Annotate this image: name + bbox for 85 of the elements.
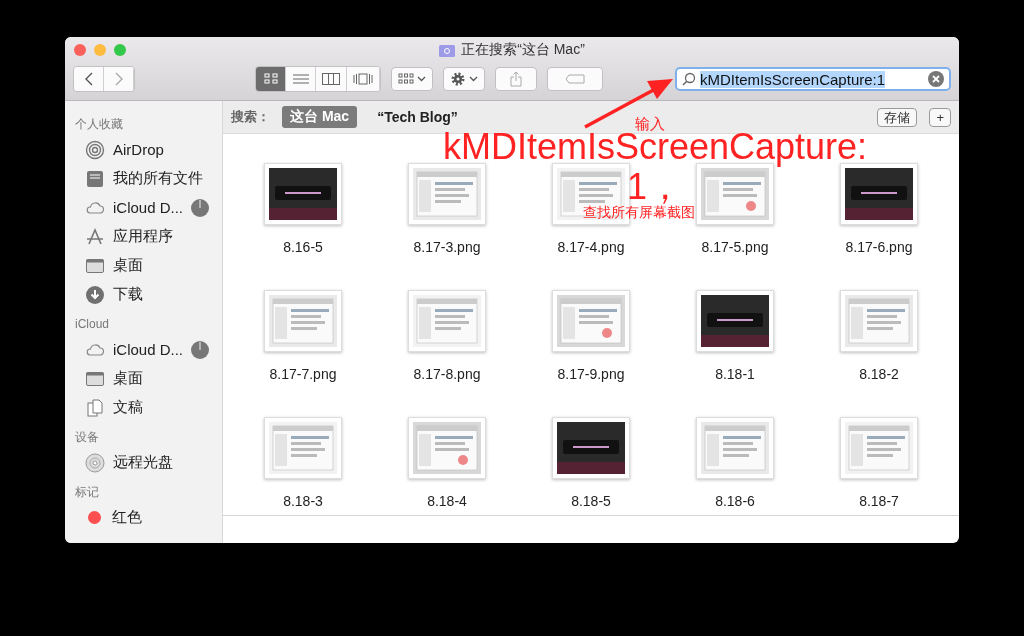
column-view-icon	[322, 73, 340, 85]
file-name[interactable]: 8.18-6	[715, 493, 755, 509]
icon-view-icon	[263, 73, 278, 85]
sidebar-heading: 个人收藏	[75, 115, 124, 133]
forward-button[interactable]	[104, 67, 134, 91]
arrange-button[interactable]	[391, 67, 433, 91]
sidebar-heading: iCloud	[75, 316, 111, 333]
file-name[interactable]: 8.17-8.png	[413, 366, 481, 382]
file-thumbnail[interactable]	[840, 417, 918, 479]
sidebar-item[interactable]: 文稿	[113, 398, 143, 417]
airdrop-icon	[85, 139, 105, 160]
file-thumbnail[interactable]	[840, 290, 918, 352]
tag-button[interactable]	[547, 67, 603, 91]
file-thumbnail[interactable]	[552, 290, 630, 352]
file-name[interactable]: 8.17-9.png	[557, 366, 625, 382]
file-name[interactable]: 8.17-6.png	[845, 239, 913, 255]
sidebar-item[interactable]: iCloud D...	[113, 341, 184, 358]
back-button[interactable]	[74, 67, 104, 91]
app-store-icon	[85, 226, 105, 247]
file-name[interactable]: 8.17-4.png	[557, 239, 625, 255]
file-thumbnail[interactable]	[408, 290, 486, 352]
file-name[interactable]: 8.17-7.png	[269, 366, 337, 382]
file-name[interactable]: 8.18-4	[427, 493, 467, 509]
file-thumbnail[interactable]	[696, 290, 774, 352]
file-name[interactable]: 8.18-3	[283, 493, 323, 509]
list-view-icon	[292, 73, 309, 85]
file-thumbnail[interactable]	[408, 417, 486, 479]
sidebar-item[interactable]: 下载	[113, 285, 143, 304]
file-thumbnail[interactable]	[264, 290, 342, 352]
action-button[interactable]	[443, 67, 485, 91]
sidebar-item[interactable]: iCloud D...	[113, 199, 184, 216]
grid-icon	[398, 73, 414, 85]
caret-icon	[469, 76, 478, 82]
sidebar-item[interactable]: AirDrop	[113, 141, 164, 158]
search-text: kMDItemIsScreenCapture:1	[700, 70, 886, 88]
file-name[interactable]: 8.18-5	[571, 493, 611, 509]
file-tray-icon	[85, 168, 105, 189]
save-button[interactable]: 存储	[877, 107, 918, 127]
navigation-control[interactable]	[73, 66, 135, 92]
search-icon	[682, 72, 696, 86]
sidebar-item[interactable]: 红色	[112, 508, 142, 527]
view-mode-control[interactable]	[255, 66, 381, 92]
file-name[interactable]: 8.18-7	[859, 493, 899, 509]
add-button[interactable]: +	[929, 107, 951, 127]
file-thumbnail[interactable]	[264, 163, 342, 225]
search-scope-button[interactable]: “Tech Blog”	[369, 107, 466, 127]
annotation-caption: 查找所有屏幕截图	[583, 204, 695, 222]
file-name[interactable]: 8.17-5.png	[701, 239, 769, 255]
gear-icon	[450, 71, 466, 87]
file-name[interactable]: 8.18-1	[715, 366, 755, 382]
sidebar-item[interactable]: 桌面	[113, 369, 143, 388]
sidebar-item[interactable]: 应用程序	[113, 227, 173, 246]
sidebar-item[interactable]: 远程光盘	[113, 453, 173, 472]
file-name[interactable]: 8.18-2	[859, 366, 899, 382]
sidebar-item[interactable]: 桌面	[113, 256, 143, 275]
cover-flow-icon	[353, 73, 373, 85]
sidebar-item[interactable]: 我的所有文件	[113, 169, 203, 188]
view-mode-button[interactable]	[316, 67, 347, 91]
sidebar-heading: 设备	[75, 428, 100, 446]
sidebar-heading: 标记	[75, 483, 100, 501]
zoom-button[interactable]	[114, 43, 126, 56]
search-scope-button[interactable]: 这台 Mac	[282, 106, 358, 128]
minimize-button[interactable]	[94, 43, 106, 56]
share-icon	[510, 71, 522, 87]
file-thumbnail[interactable]	[264, 417, 342, 479]
file-name[interactable]: 8.16-5	[283, 239, 323, 255]
caret-icon	[417, 76, 426, 82]
file-thumbnail[interactable]	[696, 417, 774, 479]
documents-icon	[85, 397, 105, 418]
disc-icon	[85, 452, 105, 473]
clear-button[interactable]	[928, 71, 944, 87]
view-mode-button[interactable]	[347, 67, 380, 91]
close-button[interactable]	[74, 43, 86, 56]
share-button[interactable]	[495, 67, 537, 91]
file-name[interactable]: 8.17-3.png	[413, 239, 481, 255]
chevron-right-icon	[114, 72, 123, 86]
view-mode-button[interactable]	[256, 67, 286, 91]
chevron-left-icon	[84, 72, 93, 86]
search-field[interactable]: kMDItemIsScreenCapture:1	[675, 67, 951, 91]
window-title: 正在搜索“这台 Mac”	[461, 41, 585, 59]
file-thumbnail[interactable]	[552, 417, 630, 479]
search-scope-label: 搜索：	[231, 108, 270, 126]
tag-icon	[565, 74, 585, 84]
folder-icon	[439, 43, 456, 57]
download-icon	[85, 284, 105, 305]
